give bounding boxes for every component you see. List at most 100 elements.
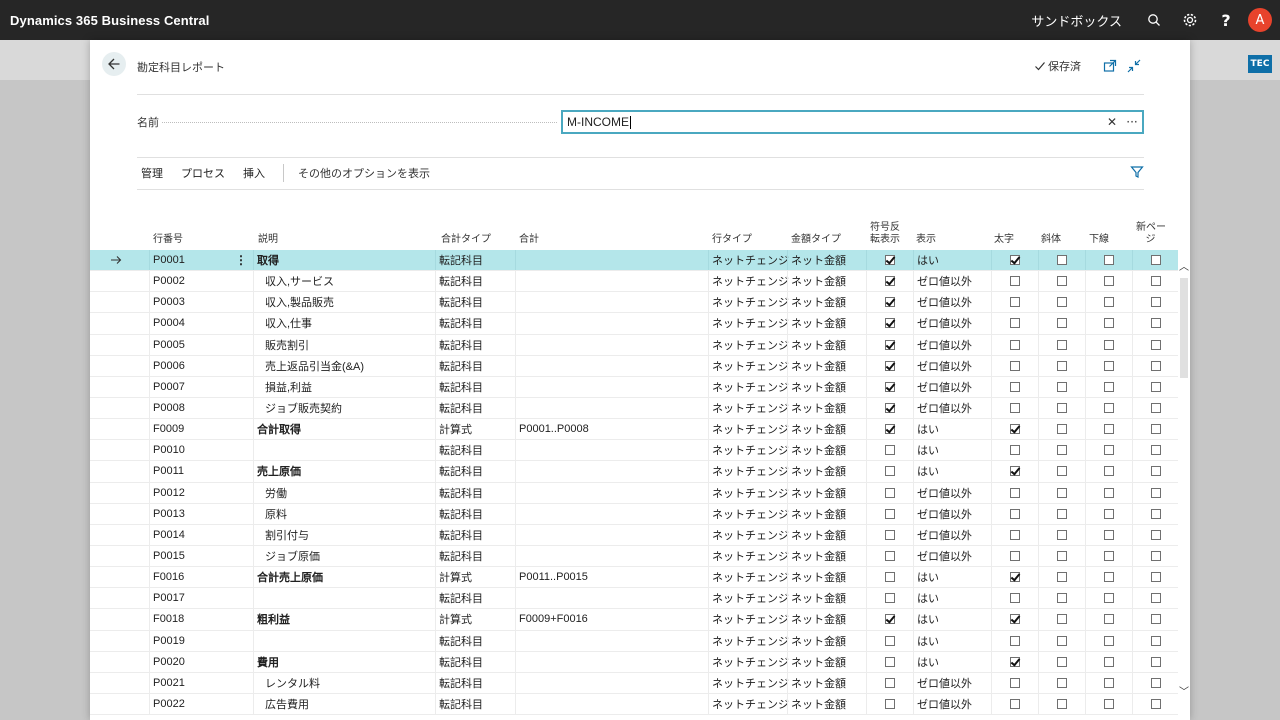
table-row[interactable]: P0014 割引付与 転記科目 ネットチェンジ ネット金額 ゼロ値以外	[90, 524, 1178, 546]
totaling-type-cell[interactable]: 転記科目	[435, 588, 515, 609]
new-page-checkbox[interactable]	[1150, 699, 1161, 710]
amount-type-cell[interactable]: ネット金額	[787, 482, 866, 503]
description-cell[interactable]: 収入,仕事	[253, 313, 435, 334]
amount-type-cell[interactable]: ネット金額	[787, 250, 866, 271]
table-row[interactable]: F0016 合計売上原価 計算式 P0011..P0015 ネットチェンジ ネット金額 はい	[90, 567, 1178, 589]
italic-checkbox[interactable]	[1056, 677, 1067, 688]
bold-checkbox[interactable]	[1009, 424, 1020, 435]
row-type-cell[interactable]: ネットチェンジ	[708, 672, 789, 693]
row-number-cell[interactable]: F0016	[149, 567, 253, 588]
underline-checkbox[interactable]	[1103, 508, 1114, 519]
new-page-checkbox[interactable]	[1150, 529, 1161, 540]
row-number-cell[interactable]: P0007	[149, 376, 253, 397]
totaling-cell[interactable]: P0001..P0008	[515, 419, 708, 440]
totaling-cell[interactable]	[515, 376, 708, 397]
amount-type-cell[interactable]: ネット金額	[787, 419, 866, 440]
new-page-checkbox[interactable]	[1150, 381, 1161, 392]
totaling-type-cell[interactable]: 転記科目	[435, 672, 515, 693]
bold-checkbox[interactable]	[1009, 529, 1020, 540]
totaling-cell[interactable]	[515, 482, 708, 503]
new-page-checkbox[interactable]	[1150, 403, 1161, 414]
ellipsis-icon[interactable]: ···	[1122, 115, 1142, 129]
underline-checkbox[interactable]	[1103, 656, 1114, 667]
table-row[interactable]: P0019 転記科目 ネットチェンジ ネット金額 はい	[90, 630, 1178, 652]
totaling-type-cell[interactable]: 転記科目	[435, 334, 515, 355]
description-cell[interactable]: 売上原価	[253, 461, 435, 482]
row-type-cell[interactable]: ネットチェンジ	[708, 440, 789, 461]
new-page-checkbox[interactable]	[1150, 614, 1161, 625]
amount-type-cell[interactable]: ネット金額	[787, 609, 866, 630]
col-header-new-page[interactable]: 新ペー ジ	[1136, 222, 1166, 246]
new-page-checkbox[interactable]	[1150, 466, 1161, 477]
row-type-cell[interactable]: ネットチェンジ	[708, 355, 789, 376]
italic-checkbox[interactable]	[1056, 593, 1067, 604]
italic-checkbox[interactable]	[1056, 635, 1067, 646]
show-cell[interactable]: はい	[913, 419, 991, 440]
table-row[interactable]: P0004 収入,仕事 転記科目 ネットチェンジ ネット金額 ゼロ値以外	[90, 313, 1178, 335]
show-opposite-sign-checkbox[interactable]	[884, 424, 895, 435]
totaling-type-cell[interactable]: 転記科目	[435, 503, 515, 524]
underline-checkbox[interactable]	[1103, 614, 1114, 625]
totaling-cell[interactable]	[515, 672, 708, 693]
totaling-type-cell[interactable]: 転記科目	[435, 355, 515, 376]
description-cell[interactable]: 合計取得	[253, 419, 435, 440]
italic-checkbox[interactable]	[1056, 381, 1067, 392]
totaling-type-cell[interactable]: 転記科目	[435, 271, 515, 292]
gear-icon[interactable]	[1172, 0, 1208, 40]
new-page-checkbox[interactable]	[1150, 255, 1161, 266]
bold-checkbox[interactable]	[1009, 466, 1020, 477]
table-row[interactable]: P0007 損益,利益 転記科目 ネットチェンジ ネット金額 ゼロ値以外	[90, 376, 1178, 398]
table-row[interactable]: P0022 広告費用 転記科目 ネットチェンジ ネット金額 ゼロ値以外	[90, 693, 1178, 716]
totaling-cell[interactable]	[515, 545, 708, 567]
row-number-cell[interactable]: P0006	[149, 355, 253, 376]
show-cell[interactable]: ゼロ値以外	[913, 482, 991, 503]
description-cell[interactable]: 収入,製品販売	[253, 292, 435, 313]
new-page-checkbox[interactable]	[1150, 318, 1161, 329]
amount-type-cell[interactable]: ネット金額	[787, 397, 866, 419]
description-cell[interactable]: 労働	[253, 482, 435, 503]
row-number-cell[interactable]: P0008	[149, 397, 253, 419]
description-cell[interactable]: 粗利益	[253, 609, 435, 630]
show-opposite-sign-checkbox[interactable]	[884, 445, 895, 456]
italic-checkbox[interactable]	[1056, 551, 1067, 562]
new-page-checkbox[interactable]	[1150, 635, 1161, 646]
col-header-row-type[interactable]: 行タイプ	[712, 234, 752, 246]
row-number-cell[interactable]: F0009	[149, 419, 253, 440]
show-cell[interactable]: ゼロ値以外	[913, 355, 991, 376]
description-cell[interactable]: 合計売上原価	[253, 567, 435, 588]
new-page-checkbox[interactable]	[1150, 487, 1161, 498]
show-cell[interactable]: ゼロ値以外	[913, 292, 991, 313]
bold-checkbox[interactable]	[1009, 677, 1020, 688]
search-icon[interactable]	[1136, 0, 1172, 40]
totaling-cell[interactable]	[515, 461, 708, 482]
show-cell[interactable]: ゼロ値以外	[913, 397, 991, 419]
underline-checkbox[interactable]	[1103, 276, 1114, 287]
scrollbar-thumb[interactable]	[1180, 278, 1188, 378]
amount-type-cell[interactable]: ネット金額	[787, 440, 866, 461]
action-manage[interactable]: 管理	[141, 165, 163, 181]
show-cell[interactable]: ゼロ値以外	[913, 545, 991, 567]
description-cell[interactable]: 原料	[253, 503, 435, 524]
col-header-totaling[interactable]: 合計	[519, 234, 539, 246]
underline-checkbox[interactable]	[1103, 487, 1114, 498]
clear-icon[interactable]: ✕	[1102, 115, 1122, 129]
show-cell[interactable]: はい	[913, 567, 991, 588]
row-number-cell[interactable]: P0022	[149, 693, 253, 715]
underline-checkbox[interactable]	[1103, 339, 1114, 350]
new-page-checkbox[interactable]	[1150, 445, 1161, 456]
name-input[interactable]: M-INCOME ✕ ···	[561, 110, 1144, 134]
row-number-cell[interactable]: P0021	[149, 672, 253, 693]
row-number-cell[interactable]: P0004	[149, 313, 253, 334]
amount-type-cell[interactable]: ネット金額	[787, 376, 866, 397]
totaling-cell[interactable]	[515, 588, 708, 609]
totaling-cell[interactable]	[515, 292, 708, 313]
amount-type-cell[interactable]: ネット金額	[787, 545, 866, 567]
new-page-checkbox[interactable]	[1150, 677, 1161, 688]
amount-type-cell[interactable]: ネット金額	[787, 672, 866, 693]
table-row[interactable]: P0013 原料 転記科目 ネットチェンジ ネット金額 ゼロ値以外	[90, 503, 1178, 525]
bold-checkbox[interactable]	[1009, 318, 1020, 329]
show-opposite-sign-checkbox[interactable]	[884, 635, 895, 646]
totaling-type-cell[interactable]: 転記科目	[435, 545, 515, 567]
italic-checkbox[interactable]	[1056, 699, 1067, 710]
row-number-cell[interactable]: P0020	[149, 651, 253, 672]
